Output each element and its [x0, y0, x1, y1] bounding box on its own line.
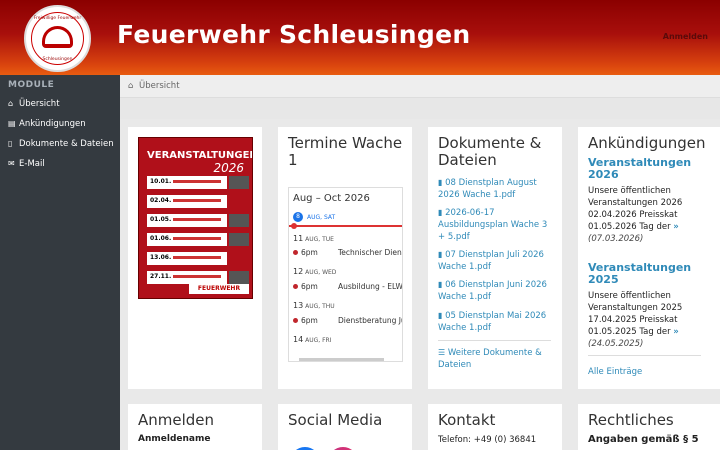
document-link[interactable]: ▮ 06 Dienstplan Juni 2026 Wache 1.pdf [438, 279, 550, 303]
login-link[interactable]: Anmelden [663, 32, 708, 41]
pdf-file-icon: ▮ [438, 311, 443, 320]
home-icon: ⌂ [8, 99, 14, 108]
all-entries-link[interactable]: Alle Einträge [588, 366, 703, 378]
poster-photo [229, 176, 249, 189]
document-link[interactable]: ▮ 05 Dienstplan Mai 2026 Wache 1.pdf [438, 310, 550, 334]
poster-row: 10.01. [147, 176, 227, 189]
calendar-scrollbar[interactable] [299, 358, 384, 361]
calendar-widget[interactable]: Aug – Oct 2026 8 AUG, SAT 11 AUG, TUE 6p… [288, 187, 403, 362]
legal-title: Rechtliches [588, 411, 674, 429]
logo-text-top: Freiwillige Feuerwehr [33, 16, 82, 21]
calendar-day: 11 AUG, TUE [293, 234, 334, 243]
sidebar-item-label: Übersicht [19, 99, 60, 109]
announcement-heading[interactable]: Veranstaltungen 2025 [588, 262, 693, 286]
poster-row: 13.06. [147, 252, 227, 265]
breadcrumb-current: Übersicht [139, 81, 180, 91]
calendar-day: 14 AUG, FRI [293, 335, 332, 344]
divider [588, 355, 701, 356]
calendar-event[interactable]: 6pm Ausbildung - ELW [293, 282, 402, 291]
poster-photo [229, 271, 249, 284]
calendar-title: Termine Wache 1 [288, 134, 403, 169]
announcement-text: Unsere öffentlichen Veranstaltungen 2026… [588, 186, 683, 244]
document-link[interactable]: ▮ 2026-06-17 Ausbildungsplan Wache 3 + 5… [438, 207, 550, 243]
social-media-title: Social Media [288, 411, 383, 429]
sidebar-item-documents[interactable]: ▯ Dokumente & Dateien [8, 139, 114, 149]
poster-footer: FEUERWEHR [189, 284, 249, 294]
pdf-file-icon: ▮ [438, 250, 443, 259]
poster-row: 02.04. [147, 195, 227, 208]
read-more-icon[interactable]: » [673, 327, 679, 337]
login-card: Anmelden Anmeldename [128, 404, 262, 450]
sidebar-heading: MODULE [8, 80, 55, 90]
calendar-range: Aug – Oct 2026 [293, 193, 370, 204]
sidebar-item-email[interactable]: ✉ E-Mail [8, 159, 45, 169]
sidebar-item-label: E-Mail [19, 159, 45, 169]
home-icon: ⌂ [128, 81, 134, 91]
username-label: Anmeldename [138, 434, 211, 444]
pdf-file-icon: ▮ [438, 178, 443, 187]
poster-photo [229, 214, 249, 227]
logo-text-bottom: Schleusingen [42, 57, 73, 62]
read-more-icon[interactable]: » [673, 222, 679, 232]
today-label: AUG, SAT [307, 214, 336, 221]
poster-photo [229, 233, 249, 246]
legal-subheading: Angaben gemäß § 5 [588, 434, 699, 445]
calendar-event[interactable]: 6pm Technischer Dienst [293, 248, 402, 257]
current-time-indicator [289, 223, 402, 229]
calendar-day: 13 AUG, THU [293, 301, 335, 310]
contact-phone: Telefon: +49 (0) 36841 [438, 435, 537, 445]
sidebar-item-label: Dokumente & Dateien [19, 139, 114, 149]
documents-card: Dokumente & Dateien ▮ 08 Dienstplan Augu… [428, 127, 562, 389]
calendar-event[interactable]: 6pmDienstberatung Jugendfeuerwehr [293, 316, 402, 325]
announcement-date: (24.05.2025) [588, 339, 644, 349]
poster-title: VERANSTALTUNGEN [147, 150, 253, 161]
contact-title: Kontakt [438, 411, 496, 429]
announcement-text: Unsere öffentlichen Veranstaltungen 2025… [588, 291, 683, 349]
breadcrumb: ⌂ Übersicht [120, 75, 720, 98]
file-icon: ▯ [8, 139, 13, 148]
poster-row: 27.11. [147, 271, 227, 284]
newspaper-icon: ▤ [8, 119, 16, 128]
more-documents-link[interactable]: ☰ Weitere Dokumente & Dateien [438, 347, 550, 371]
events-poster-card: VERANSTALTUNGEN 2026 10.01. 02.04. 01.05… [128, 127, 262, 389]
poster-row: 01.05. [147, 214, 227, 227]
documents-title: Dokumente & Dateien [438, 134, 542, 169]
events-poster-image[interactable]: VERANSTALTUNGEN 2026 10.01. 02.04. 01.05… [138, 137, 253, 299]
announcement-heading[interactable]: Veranstaltungen 2026 [588, 157, 693, 181]
announcements-card: Ankündigungen Veranstaltungen 2026 Unser… [578, 127, 720, 389]
list-icon: ☰ [438, 348, 446, 357]
divider [438, 340, 551, 341]
site-header: Freiwillige Feuerwehr Schleusingen Feuer… [0, 0, 720, 75]
sidebar-item-overview[interactable]: ⌂ Übersicht [8, 99, 60, 109]
sidebar: MODULE ⌂ Übersicht ▤ Ankündigungen ▯ Dokume… [0, 75, 120, 450]
site-title[interactable]: Feuerwehr Schleusingen [117, 20, 470, 49]
social-media-card: Social Media [278, 404, 412, 450]
document-link[interactable]: ▮ 08 Dienstplan August 2026 Wache 1.pdf [438, 177, 550, 201]
today-badge: 8 [293, 212, 303, 222]
sidebar-item-announcements[interactable]: ▤ Ankündigungen [8, 119, 86, 129]
login-title: Anmelden [138, 411, 215, 429]
calendar-day: 12 AUG, WED [293, 267, 337, 276]
announcements-title: Ankündigungen [588, 134, 706, 152]
document-link[interactable]: ▮ 07 Dienstplan Juli 2026 Wache 1.pdf [438, 249, 550, 273]
poster-year: 2026 [213, 161, 244, 175]
sidebar-item-label: Ankündigungen [19, 119, 86, 129]
fire-department-logo[interactable]: Freiwillige Feuerwehr Schleusingen [24, 5, 91, 72]
calendar-card: Termine Wache 1 Aug – Oct 2026 8 AUG, SA… [278, 127, 412, 389]
pdf-file-icon: ▮ [438, 208, 443, 217]
poster-row: 01.06. [147, 233, 227, 246]
contact-card: Kontakt Telefon: +49 (0) 36841 [428, 404, 562, 450]
announcement-date: (07.03.2026) [588, 234, 644, 244]
legal-card: Rechtliches Angaben gemäß § 5 [578, 404, 720, 450]
pdf-file-icon: ▮ [438, 280, 443, 289]
envelope-icon: ✉ [8, 159, 15, 168]
